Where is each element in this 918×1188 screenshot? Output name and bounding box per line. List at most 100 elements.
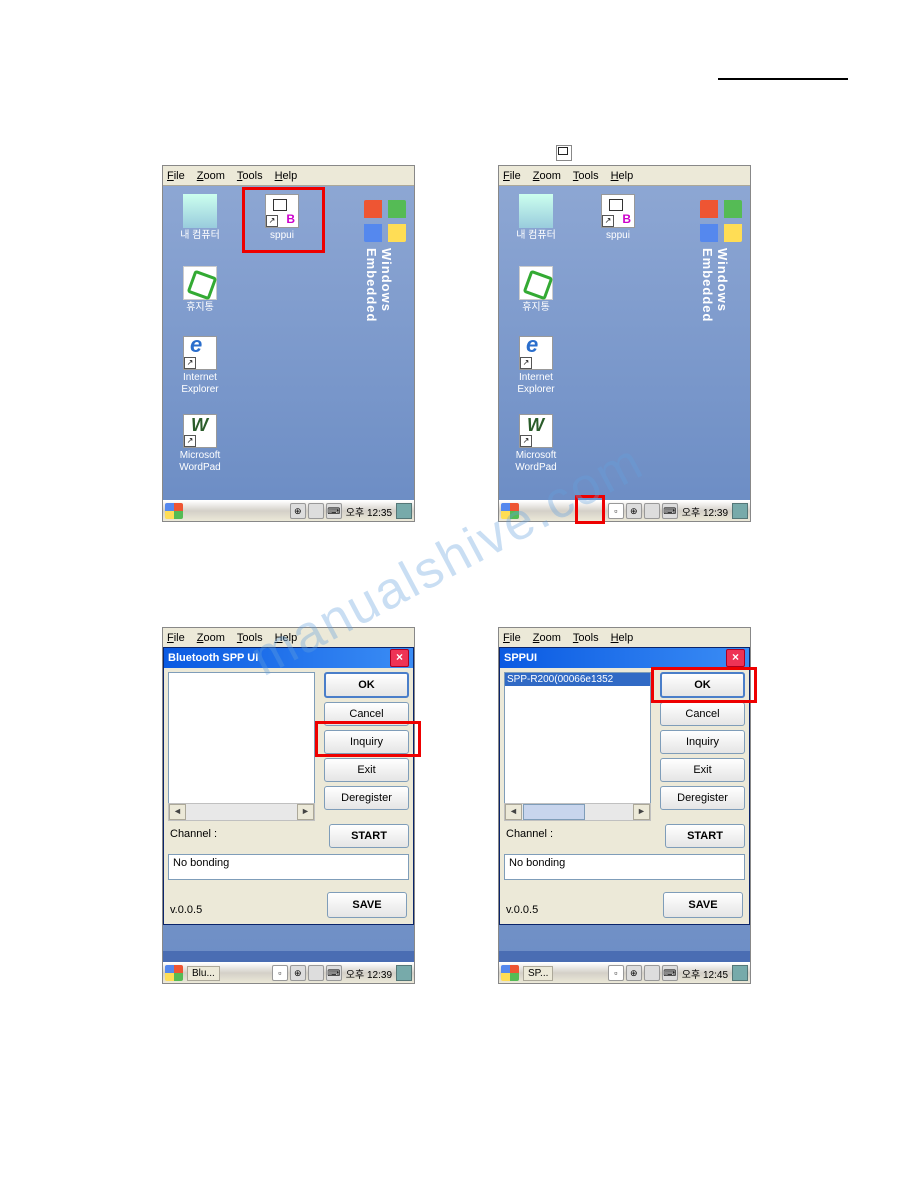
tray-volume-icon[interactable] xyxy=(644,965,660,981)
sppui-icon[interactable]: ↗sppui xyxy=(589,194,647,242)
deregister-button[interactable]: Deregister xyxy=(660,786,745,810)
tray-volume-icon[interactable] xyxy=(644,503,660,519)
wordpad-icon[interactable]: ↗Microsoft WordPad xyxy=(171,414,229,474)
taskbar-app-button[interactable]: Blu... xyxy=(187,966,220,981)
menu-help[interactable]: Help xyxy=(275,170,298,182)
dialog-titlebar[interactable]: Bluetooth SPP UI × xyxy=(164,648,413,668)
tray-keyboard-icon[interactable]: ⌨ xyxy=(662,965,678,981)
menu-file[interactable]: File xyxy=(503,632,521,644)
my-computer-icon[interactable]: 내 컴퓨터 xyxy=(171,194,229,242)
device-list-item[interactable]: SPP-R200(00066e1352 xyxy=(505,673,650,686)
cascade-icon[interactable] xyxy=(732,503,748,519)
device-listbox[interactable]: SPP-R200(00066e1352 xyxy=(504,672,651,804)
tray-network-icon[interactable]: ⊕ xyxy=(626,503,642,519)
listbox-scrollbar[interactable]: ◄► xyxy=(504,803,651,821)
my-computer-icon[interactable]: 내 컴퓨터 xyxy=(507,194,565,242)
menubar[interactable]: FFileile Zoom Tools Help xyxy=(163,166,414,186)
pda-screenshot-1: FFileile Zoom Tools Help 내 컴퓨터 ↗sppui 휴지… xyxy=(162,165,415,522)
close-button[interactable]: × xyxy=(726,649,745,667)
taskbar[interactable]: Blu... ▫⊕⌨오후 12:39 xyxy=(163,962,414,983)
menu-help[interactable]: Help xyxy=(611,632,634,644)
sppui-tray-icon-sample xyxy=(556,145,572,161)
cascade-icon[interactable] xyxy=(396,503,412,519)
tray-sppui-icon[interactable]: ▫ xyxy=(272,965,288,981)
ie-icon[interactable]: ↗Internet Explorer xyxy=(171,336,229,396)
cancel-button[interactable]: Cancel xyxy=(324,702,409,726)
inquiry-button[interactable]: Inquiry xyxy=(660,730,745,754)
taskbar[interactable]: ⊕ ⌨오후 12:35 xyxy=(163,500,414,521)
listbox-scrollbar[interactable]: ◄► xyxy=(168,803,315,821)
windows-embedded-logo: Windows Embedded xyxy=(700,200,746,330)
cascade-icon[interactable] xyxy=(396,965,412,981)
dialog-title: SPPUI xyxy=(504,652,537,664)
tray-network-icon[interactable]: ⊕ xyxy=(290,503,306,519)
menu-tools[interactable]: Tools xyxy=(237,170,263,182)
save-button[interactable]: SAVE xyxy=(327,892,407,918)
start-button-dlg[interactable]: START xyxy=(665,824,745,848)
ok-button[interactable]: OK xyxy=(660,672,745,698)
exit-button[interactable]: Exit xyxy=(660,758,745,782)
sppui-dialog: SPPUI× SPP-R200(00066e1352 ◄► OK Cancel … xyxy=(499,647,750,925)
menu-zoom[interactable]: Zoom xyxy=(533,170,561,182)
taskbar-app-button[interactable]: SP... xyxy=(523,966,553,981)
taskbar-clock: 오후 12:39 xyxy=(680,504,730,519)
windows-embedded-logo: Windows Embedded xyxy=(364,200,410,330)
pda-screenshot-3: File Zoom Tools Help Bluetooth SPP UI × ◄… xyxy=(162,627,415,984)
tray-volume-icon[interactable] xyxy=(308,503,324,519)
taskbar-clock: 오후 12:45 xyxy=(680,966,730,981)
tray-keyboard-icon[interactable]: ⌨ xyxy=(326,965,342,981)
bluetooth-spp-dialog: Bluetooth SPP UI × ◄► OK Cancel Inquiry E… xyxy=(163,647,414,925)
menu-zoom[interactable]: Zoom xyxy=(197,632,225,644)
channel-label: Channel : xyxy=(506,828,553,840)
cancel-button[interactable]: Cancel xyxy=(660,702,745,726)
start-button[interactable] xyxy=(501,503,519,519)
bonding-status: No bonding xyxy=(504,854,745,880)
recycle-bin-icon[interactable]: 휴지통 xyxy=(171,266,229,314)
exit-button[interactable]: Exit xyxy=(324,758,409,782)
sppui-icon[interactable]: ↗sppui xyxy=(253,194,311,242)
tray-volume-icon[interactable] xyxy=(308,965,324,981)
close-button[interactable]: × xyxy=(390,649,409,667)
cascade-icon[interactable] xyxy=(732,965,748,981)
tray-network-icon[interactable]: ⊕ xyxy=(626,965,642,981)
menubar[interactable]: File Zoom Tools Help xyxy=(163,628,414,648)
ok-button[interactable]: OK xyxy=(324,672,409,698)
dialog-titlebar[interactable]: SPPUI × xyxy=(500,648,749,668)
menu-tools[interactable]: Tools xyxy=(237,632,263,644)
taskbar[interactable]: SP... ▫⊕ ⌨오후 12:45 xyxy=(499,962,750,983)
menubar[interactable]: File Zoom Tools Help xyxy=(499,628,750,648)
start-button[interactable] xyxy=(165,503,183,519)
save-button[interactable]: SAVE xyxy=(663,892,743,918)
inquiry-button[interactable]: Inquiry xyxy=(324,730,409,754)
bonding-status: No bonding xyxy=(168,854,409,880)
menu-zoom[interactable]: Zoom xyxy=(197,170,225,182)
menu-file[interactable]: File xyxy=(503,170,521,182)
menu-file[interactable]: FFileile xyxy=(167,170,185,182)
taskbar[interactable]: ▫⊕ ⌨오후 12:39 xyxy=(499,500,750,521)
pda-screenshot-2: File Zoom Tools Help 내 컴퓨터 ↗sppui 휴지통 ↗I… xyxy=(498,165,751,522)
menu-help[interactable]: Help xyxy=(275,632,298,644)
menubar[interactable]: File Zoom Tools Help xyxy=(499,166,750,186)
menu-tools[interactable]: Tools xyxy=(573,632,599,644)
taskbar-clock: 오후 12:35 xyxy=(344,504,394,519)
menu-tools[interactable]: Tools xyxy=(573,170,599,182)
start-button-dlg[interactable]: START xyxy=(329,824,409,848)
wordpad-icon[interactable]: ↗Microsoft WordPad xyxy=(507,414,565,474)
device-listbox[interactable] xyxy=(168,672,315,804)
menu-file[interactable]: File xyxy=(167,632,185,644)
menu-zoom[interactable]: Zoom xyxy=(533,632,561,644)
tray-sppui-icon[interactable]: ▫ xyxy=(608,965,624,981)
channel-label: Channel : xyxy=(170,828,217,840)
ie-icon[interactable]: ↗Internet Explorer xyxy=(507,336,565,396)
recycle-bin-icon[interactable]: 휴지통 xyxy=(507,266,565,314)
start-button[interactable] xyxy=(501,965,519,981)
tray-keyboard-icon[interactable]: ⌨ xyxy=(662,503,678,519)
start-button[interactable] xyxy=(165,965,183,981)
tray-network-icon[interactable]: ⊕ xyxy=(290,965,306,981)
tray-keyboard-icon[interactable]: ⌨ xyxy=(326,503,342,519)
tray-sppui-icon[interactable]: ▫ xyxy=(608,503,624,519)
dialog-title: Bluetooth SPP UI xyxy=(168,652,258,664)
menu-help[interactable]: Help xyxy=(611,170,634,182)
deregister-button[interactable]: Deregister xyxy=(324,786,409,810)
pda-screenshot-4: File Zoom Tools Help SPPUI × SPP-R200(000… xyxy=(498,627,751,984)
